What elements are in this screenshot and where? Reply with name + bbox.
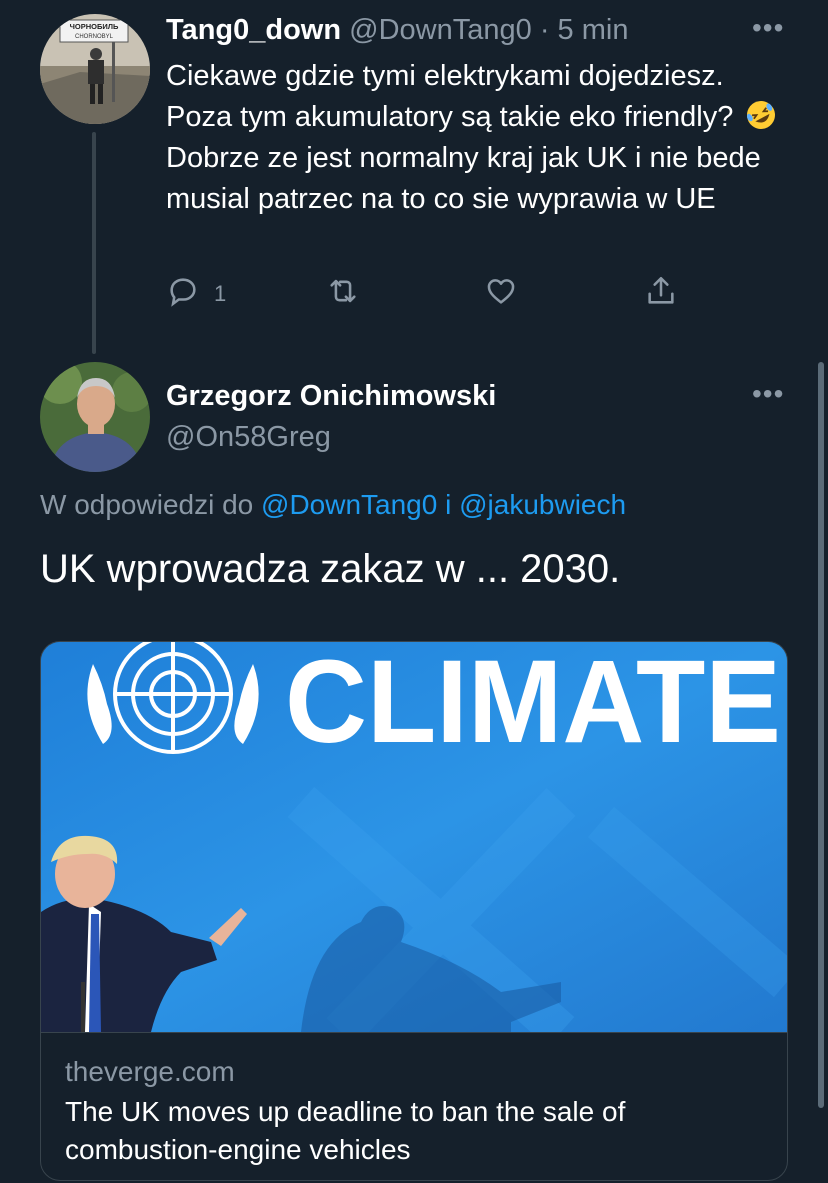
reply-count: 1 (214, 281, 227, 306)
reply-text-part1: Ciekawe gdzie tymi elektrykami dojedzies… (166, 60, 734, 133)
link-preview-meta: theverge.com The UK moves up deadline to… (41, 1032, 787, 1180)
thread-connector-line (92, 132, 96, 354)
main-author-handle[interactable]: @On58Greg (166, 419, 331, 455)
heart-icon (484, 274, 518, 314)
reply-tweet-text: Ciekawe gdzie tymi elektrykami dojedzies… (166, 56, 796, 220)
reply-action[interactable]: 1 (166, 274, 226, 314)
retweet-icon (326, 274, 360, 314)
link-preview-domain: theverge.com (65, 1056, 235, 1087)
link-preview-card[interactable]: CLIMATE theverge.com The UK moves up dea… (40, 641, 788, 1181)
reply-tweet-header: Tang0_down @DownTang0 · 5 min (166, 12, 628, 48)
rolling-on-floor-laughing-emoji-icon (745, 99, 777, 131)
link-preview-title: The UK moves up deadline to ban the sale… (65, 1096, 626, 1165)
share-action[interactable] (644, 274, 678, 314)
reply-author-avatar[interactable]: ЧОРНОБИЛЬ CHORNOBYL (40, 14, 150, 124)
main-author-avatar[interactable] (40, 362, 150, 472)
reply-tweet-actions: 1 (166, 274, 696, 310)
svg-text:ЧОРНОБИЛЬ: ЧОРНОБИЛЬ (70, 22, 119, 31)
main-tweet-text: UK wprowadza zakaz w ... 2030. (40, 547, 621, 591)
like-action[interactable] (484, 274, 532, 314)
replying-to-label: W odpowiedzi do (40, 489, 254, 520)
more-horizontal-icon[interactable]: ••• (752, 14, 784, 42)
share-icon (644, 274, 678, 314)
retweet-action[interactable] (326, 274, 374, 314)
replying-to-user-link[interactable]: @jakubwiech (459, 489, 626, 520)
reply-author-handle[interactable]: @DownTang0 (349, 14, 532, 46)
replying-to-line: W odpowiedzi do @DownTang0 i @jakubwiech (40, 487, 626, 523)
main-author-name[interactable]: Grzegorz Onichimowski (166, 378, 496, 414)
svg-text:CLIMATE: CLIMATE (285, 642, 781, 768)
header-separator: · (539, 14, 550, 46)
replying-to-user-link[interactable]: @DownTang0 (261, 489, 437, 520)
reply-icon (166, 274, 200, 314)
reply-tweet-time[interactable]: 5 min (558, 14, 629, 46)
reply-text-part2: Dobrze ze jest normalny kraj jak UK i ni… (166, 142, 761, 215)
tweet-thread: ЧОРНОБИЛЬ CHORNOBYL Tang0_down @DownTang… (0, 0, 828, 1183)
replying-to-joiner: i (445, 489, 452, 520)
scrollbar-thumb[interactable] (818, 362, 824, 1108)
svg-text:CHORNOBYL: CHORNOBYL (75, 34, 114, 40)
link-preview-image: CLIMATE (41, 642, 787, 1032)
reply-author-name[interactable]: Tang0_down (166, 14, 341, 46)
more-horizontal-icon[interactable]: ••• (752, 380, 784, 408)
